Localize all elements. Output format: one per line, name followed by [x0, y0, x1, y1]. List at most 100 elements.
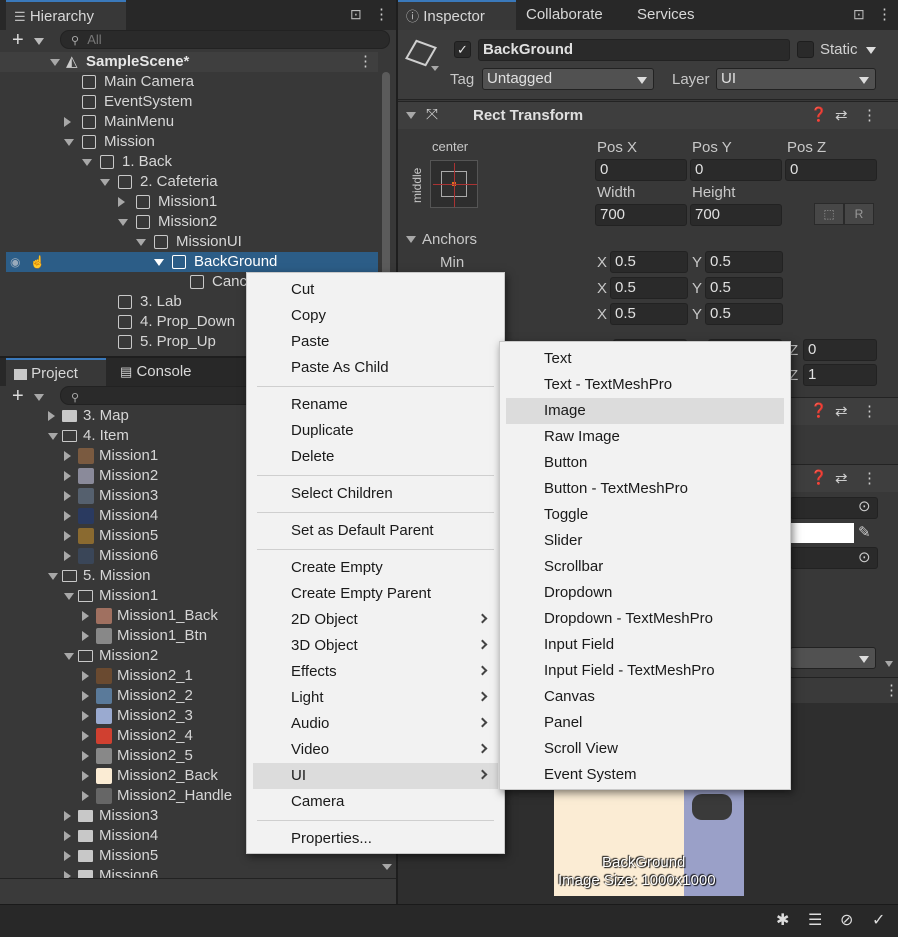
- hierarchy-item[interactable]: Main Camera: [0, 72, 378, 92]
- pos-x-field[interactable]: 0: [595, 159, 687, 181]
- expand-arrow[interactable]: [64, 511, 71, 521]
- context-menu-item[interactable]: Audio: [247, 711, 504, 737]
- bug-icon[interactable]: ✱: [776, 910, 789, 930]
- tab-hierarchy[interactable]: ☰ Hierarchy: [6, 0, 126, 30]
- ui-submenu-item[interactable]: Event System: [500, 762, 790, 788]
- raw-edit-button[interactable]: R: [844, 203, 874, 225]
- collapse-arrow[interactable]: [64, 653, 74, 660]
- ui-submenu-item[interactable]: Canvas: [500, 684, 790, 710]
- color-field[interactable]: [790, 523, 854, 543]
- hierarchy-item[interactable]: 1. Back: [0, 152, 378, 172]
- scale-z-field[interactable]: 1: [803, 364, 877, 386]
- height-field[interactable]: 700: [690, 204, 782, 226]
- expand-arrow[interactable]: [82, 751, 89, 761]
- context-menu-item[interactable]: Properties...: [247, 826, 504, 852]
- collapse-arrow[interactable]: [406, 112, 416, 119]
- blueprint-mode-button[interactable]: ⬚: [814, 203, 844, 225]
- expand-arrow[interactable]: [82, 691, 89, 701]
- preset-icon[interactable]: ⇄: [835, 402, 848, 420]
- expand-arrow[interactable]: [82, 771, 89, 781]
- help-icon[interactable]: ❓: [810, 402, 827, 419]
- scroll-down-arrow[interactable]: [382, 864, 392, 870]
- context-menu-item[interactable]: Copy: [247, 303, 504, 329]
- object-name-field[interactable]: BackGround: [478, 39, 790, 61]
- rect-transform-header[interactable]: ⤧ Rect Transform ❓ ⇄ ⋮: [398, 101, 898, 129]
- lock-icon[interactable]: ⊡: [853, 6, 865, 23]
- context-menu-item[interactable]: Effects: [247, 659, 504, 685]
- ui-submenu-item[interactable]: Dropdown: [500, 580, 790, 606]
- pos-z-field[interactable]: 0: [785, 159, 877, 181]
- ui-submenu-item[interactable]: Raw Image: [500, 424, 790, 450]
- expand-arrow[interactable]: [64, 551, 71, 561]
- active-checkbox[interactable]: ✓: [454, 41, 471, 58]
- expand-arrow[interactable]: [64, 451, 71, 461]
- ui-submenu-item[interactable]: Button - TextMeshPro: [500, 476, 790, 502]
- hierarchy-search-input[interactable]: ⚲ All: [60, 30, 390, 49]
- expand-arrow[interactable]: [64, 491, 71, 501]
- context-menu-item[interactable]: Duplicate: [247, 418, 504, 444]
- layers-icon[interactable]: ☰: [808, 910, 822, 930]
- chevron-down-icon[interactable]: [34, 38, 44, 45]
- add-button[interactable]: +: [12, 29, 24, 52]
- context-menu-item[interactable]: Paste As Child: [247, 355, 504, 381]
- project-search-input[interactable]: ⚲: [60, 386, 260, 405]
- expand-arrow[interactable]: [82, 791, 89, 801]
- expand-arrow[interactable]: [64, 471, 71, 481]
- object-picker-icon[interactable]: ⊙: [858, 548, 871, 566]
- anchor-x-field[interactable]: 0.5: [610, 303, 688, 325]
- context-menu-item[interactable]: Camera: [247, 789, 504, 815]
- hierarchy-item[interactable]: 2. Cafeteria: [0, 172, 378, 192]
- ui-submenu-item[interactable]: Dropdown - TextMeshPro: [500, 606, 790, 632]
- help-icon[interactable]: ❓: [810, 106, 827, 123]
- expand-arrow[interactable]: [82, 671, 89, 681]
- collapse-arrow[interactable]: [48, 433, 58, 440]
- ui-submenu-item[interactable]: Input Field - TextMeshPro: [500, 658, 790, 684]
- expand-arrow[interactable]: [64, 851, 71, 861]
- collapse-arrow[interactable]: [136, 239, 146, 246]
- hierarchy-item[interactable]: Mission: [0, 132, 378, 152]
- ui-submenu-item[interactable]: Scrollbar: [500, 554, 790, 580]
- tab-services[interactable]: Services: [629, 0, 695, 30]
- anchor-x-field[interactable]: 0.5: [610, 277, 688, 299]
- chevron-down-icon[interactable]: [431, 66, 439, 71]
- anchors-expand-arrow[interactable]: [406, 236, 416, 243]
- help-icon[interactable]: ❓: [810, 469, 827, 486]
- static-dropdown-arrow[interactable]: [866, 47, 876, 54]
- more-icon[interactable]: ⋮: [877, 5, 892, 23]
- context-menu-item[interactable]: Delete: [247, 444, 504, 470]
- hierarchy-item[interactable]: Mission1: [0, 192, 378, 212]
- expand-arrow[interactable]: [82, 731, 89, 741]
- anchor-x-field[interactable]: 0.5: [610, 251, 688, 273]
- tab-inspector[interactable]: ⓘ Inspector: [398, 0, 516, 30]
- image-type-dropdown[interactable]: [790, 647, 876, 669]
- layer-dropdown[interactable]: UI: [716, 68, 876, 90]
- eyedropper-icon[interactable]: ✎: [858, 523, 871, 541]
- expand-arrow[interactable]: [48, 411, 55, 421]
- collapse-arrow[interactable]: [48, 573, 58, 580]
- ui-submenu-item[interactable]: Text - TextMeshPro: [500, 372, 790, 398]
- tag-dropdown[interactable]: Untagged: [482, 68, 654, 90]
- context-menu-item[interactable]: Rename: [247, 392, 504, 418]
- collapse-arrow[interactable]: [64, 139, 74, 146]
- component-more-icon[interactable]: ⋮: [862, 106, 877, 124]
- scene-more-icon[interactable]: ⋮: [358, 52, 373, 72]
- anchor-presets-button[interactable]: [430, 160, 478, 208]
- ui-submenu-item[interactable]: Slider: [500, 528, 790, 554]
- more-icon[interactable]: ⋮: [374, 5, 389, 23]
- collapse-arrow[interactable]: [82, 159, 92, 166]
- context-menu-item[interactable]: Paste: [247, 329, 504, 355]
- context-menu-item[interactable]: UI: [253, 763, 498, 789]
- collapse-arrow[interactable]: [100, 179, 110, 186]
- expand-arrow[interactable]: [82, 711, 89, 721]
- collapse-arrow[interactable]: [64, 593, 74, 600]
- no-collab-icon[interactable]: ⊘: [840, 910, 853, 930]
- context-menu-item[interactable]: Select Children: [247, 481, 504, 507]
- expand-arrow[interactable]: [50, 59, 60, 66]
- ui-submenu-item[interactable]: Toggle: [500, 502, 790, 528]
- anchor-y-field[interactable]: 0.5: [705, 277, 783, 299]
- width-field[interactable]: 700: [595, 204, 687, 226]
- chevron-down-icon[interactable]: [34, 394, 44, 401]
- context-menu-item[interactable]: Light: [247, 685, 504, 711]
- ui-submenu-item[interactable]: Button: [500, 450, 790, 476]
- context-menu-item[interactable]: 3D Object: [247, 633, 504, 659]
